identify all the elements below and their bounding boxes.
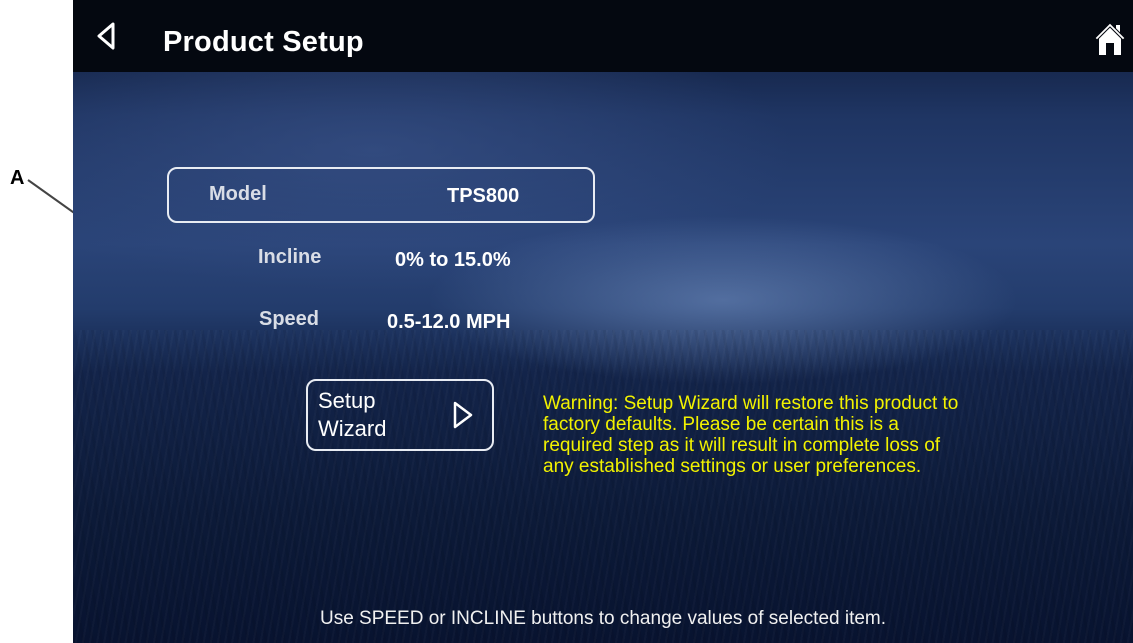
play-arrow-icon [453,401,473,429]
setup-wizard-label: Setup Wizard [318,388,387,441]
treadmill-screen: Product Setup Model TPS800 Incline 0% to… [73,0,1133,643]
instruction-text: Use SPEED or INCLINE buttons to change v… [319,608,887,629]
figure: A Product Setup Model TPS800 Incline 0% … [0,0,1133,643]
speed-value: 0.5-12.0 MPH [387,311,511,333]
setup-wizard-button[interactable]: Setup Wizard [306,379,494,451]
model-selector[interactable]: Model TPS800 [167,167,595,223]
callout-label: A [10,167,25,189]
model-value: TPS800 [447,185,520,207]
warning-text: Warning: Setup Wizard will restore this … [543,393,959,477]
speed-label: Speed [259,308,320,330]
incline-value: 0% to 15.0% [395,249,511,271]
model-label: Model [209,183,267,205]
product-setup-panel: Model TPS800 Incline 0% to 15.0% Speed 0… [73,0,1133,643]
incline-label: Incline [258,246,322,268]
